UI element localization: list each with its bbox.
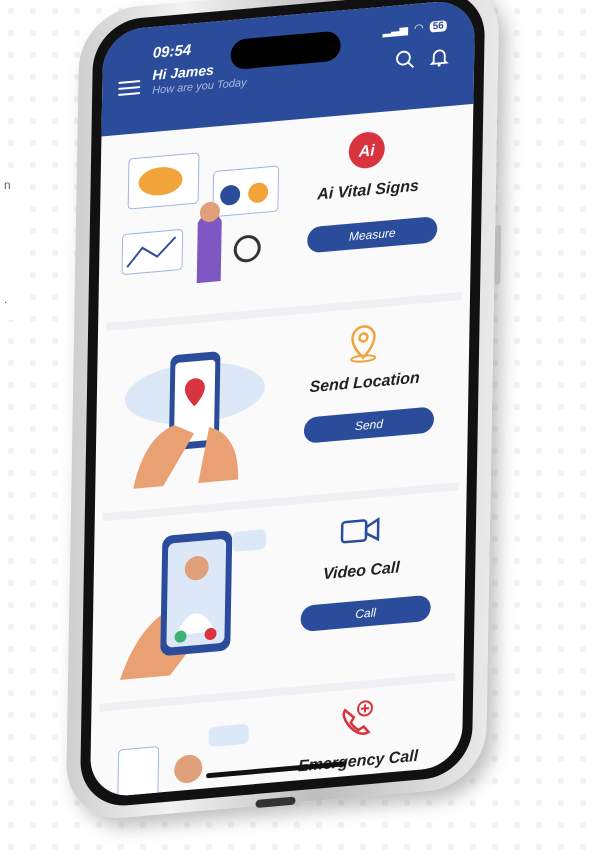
phone-frame: 09:54 ▂▃▅ ◠ 56 Hi James How are you Toda… [65,0,502,823]
side-button [494,224,502,286]
location-illustration [124,351,265,489]
card-ai-vital-signs: Ai Ai Vital Signs Measure [106,110,465,322]
location-pin-icon [350,325,377,363]
emergency-call-illustration [117,724,249,799]
feature-title: Ai Vital Signs [317,177,420,204]
cropped-letter-n: n [4,178,11,192]
video-call-button[interactable]: Call [300,594,431,633]
ai-logo-text: Ai [358,141,376,161]
app-screen: 09:54 ▂▃▅ ◠ 56 Hi James How are you Toda… [89,0,476,799]
measure-button[interactable]: Measure [307,216,438,254]
feature-title: Send Location [309,369,420,397]
wifi-icon: ◠ [413,22,424,36]
charging-port [255,796,296,809]
feature-title: Emergency Call [297,747,419,776]
video-call-illustration [119,529,267,680]
signal-icon: ▂▃▅ [382,23,409,38]
phone-mockup: 09:54 ▂▃▅ ◠ 56 Hi James How are you Toda… [57,0,502,853]
search-icon[interactable] [394,48,416,72]
emergency-call-button[interactable]: Call [297,782,428,799]
send-button[interactable]: Send [303,406,435,444]
cropped-side-text: n . [0,170,18,320]
battery-badge: 56 [429,20,447,33]
status-time: 09:54 [152,41,192,62]
ai-logo-icon: Ai [344,126,389,174]
card-video-call: Video Call Call [100,490,459,702]
feature-title: Video Call [322,559,400,584]
cropped-dot: . [4,292,8,306]
status-indicators: ▂▃▅ ◠ 56 [383,19,447,38]
dynamic-island [230,30,341,71]
bell-icon[interactable] [428,45,450,69]
vital-signs-illustration [121,152,280,284]
card-send-location: Send Location Send [103,300,462,512]
video-camera-icon [340,516,380,544]
emergency-phone-icon [342,700,374,735]
menu-icon[interactable] [118,76,141,100]
phone-bezel: 09:54 ▂▃▅ ◠ 56 Hi James How are you Toda… [79,0,486,810]
